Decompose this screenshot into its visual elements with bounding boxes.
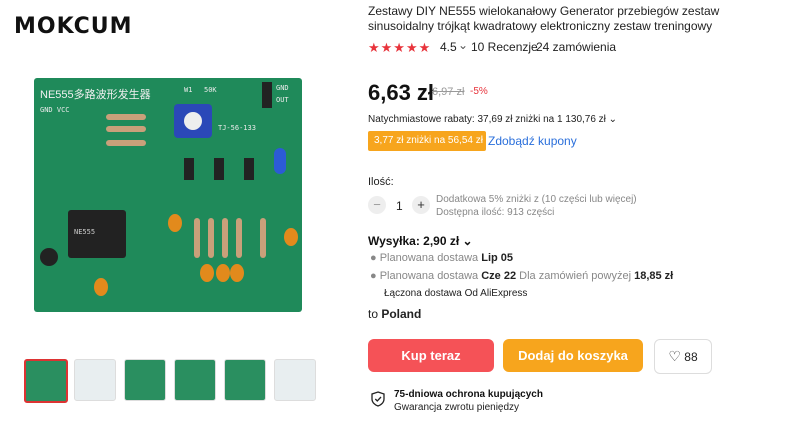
quantity-label: Ilość: bbox=[368, 176, 394, 188]
product-title: Zestawy DIY NE555 wielokanałowy Generato… bbox=[368, 4, 720, 33]
discount-badge: -5% bbox=[470, 86, 488, 97]
w1-label: W1 bbox=[184, 86, 193, 94]
pin-header bbox=[262, 82, 272, 108]
resistor bbox=[194, 218, 200, 258]
capacitor bbox=[94, 278, 108, 296]
capacitor bbox=[230, 264, 244, 282]
thumbnail-3[interactable] bbox=[124, 359, 166, 401]
capacitor bbox=[200, 264, 214, 282]
resistor bbox=[236, 218, 242, 258]
combined-delivery: Łączona dostawa Od AliExpress bbox=[384, 288, 528, 299]
available-quantity: Dostępna ilość: 913 części bbox=[436, 207, 555, 218]
current-price: 6,63 zł bbox=[368, 80, 435, 105]
quantity-increase-button[interactable]: + bbox=[412, 196, 430, 214]
thumbnail-2[interactable] bbox=[74, 359, 116, 401]
reviews-link[interactable]: 10 Recenzje bbox=[471, 40, 538, 54]
rating-stars[interactable]: ★★★★★ bbox=[368, 40, 431, 56]
gnd-label: GND bbox=[276, 84, 289, 92]
50k-label: 50K bbox=[204, 86, 217, 94]
thumbnail-4[interactable] bbox=[174, 359, 216, 401]
wishlist-count: 88 bbox=[684, 350, 698, 364]
buyer-protection-subtitle: Gwarancja zwrotu pieniędzy bbox=[394, 402, 520, 413]
old-price: 6,97 zł bbox=[432, 86, 465, 98]
quantity-decrease-button[interactable]: − bbox=[368, 196, 386, 214]
add-to-cart-button[interactable]: Dodaj do koszyka bbox=[503, 339, 643, 372]
thumbnail-5[interactable] bbox=[224, 359, 266, 401]
brand-logo[interactable]: MOKCUM bbox=[14, 14, 133, 39]
rating-value: 4.5 bbox=[440, 40, 457, 54]
jumper-header bbox=[244, 158, 254, 180]
resistor bbox=[260, 218, 266, 258]
quantity-value[interactable]: 1 bbox=[396, 199, 403, 213]
heart-icon: ♡ bbox=[668, 348, 681, 364]
thumbnail-1[interactable] bbox=[24, 359, 68, 403]
thumbnail-6[interactable] bbox=[274, 359, 316, 401]
orders-count: 24 zamówienia bbox=[536, 40, 617, 54]
tj-label: TJ-56-133 bbox=[218, 124, 256, 132]
delivery-estimate-2: ● Planowana dostawa Cze 22 Dla zamówień … bbox=[370, 270, 673, 282]
jumper-header bbox=[214, 158, 224, 180]
destination[interactable]: to Poland bbox=[368, 307, 421, 321]
capacitor bbox=[216, 264, 230, 282]
wishlist-button[interactable]: ♡ 88 bbox=[654, 339, 712, 374]
capacitor bbox=[168, 214, 182, 232]
electrolytic-capacitor bbox=[40, 248, 58, 266]
quantity-notes: Dodatkowa 5% zniżki z (10 części lub wię… bbox=[436, 193, 637, 219]
delivery-date: Cze 22 bbox=[481, 270, 517, 282]
delivery-label: Planowana dostawa bbox=[379, 270, 482, 282]
rating-chevron-icon[interactable]: ⌄ bbox=[458, 38, 468, 52]
capacitor bbox=[284, 228, 298, 246]
destination-country: Poland bbox=[381, 307, 422, 321]
bullet-icon: ● bbox=[370, 252, 380, 264]
buyer-protection-title: 75-dniowa ochrona kupujących bbox=[394, 389, 543, 400]
get-coupons-link[interactable]: Zdobądź kupony bbox=[488, 134, 577, 148]
jumper-header bbox=[184, 158, 194, 180]
resistor bbox=[106, 126, 146, 132]
main-product-image[interactable]: NE555多路波形发生器 GND VCC W1 50K GND OUT TJ-5… bbox=[34, 78, 302, 312]
resistor bbox=[106, 140, 146, 146]
shield-icon bbox=[371, 391, 385, 407]
bullet-icon: ● bbox=[370, 270, 380, 282]
buy-now-button[interactable]: Kup teraz bbox=[368, 339, 494, 372]
resistor bbox=[208, 218, 214, 258]
resistor bbox=[106, 114, 146, 120]
delivery-label: Planowana dostawa bbox=[379, 252, 482, 264]
board-title: NE555多路波形发生器 bbox=[40, 89, 151, 101]
potentiometer bbox=[174, 104, 212, 138]
ic-label: NE555 bbox=[74, 228, 96, 236]
out-label: OUT bbox=[276, 96, 289, 104]
threshold-amount: 18,85 zł bbox=[634, 270, 674, 282]
delivery-estimate-1: ● Planowana dostawa Lip 05 bbox=[370, 252, 513, 264]
coupon-badge[interactable]: 3,77 zł zniżki na 56,54 zł bbox=[368, 131, 486, 151]
destination-prefix: to bbox=[368, 307, 382, 321]
instant-discount[interactable]: Natychmiastowe rabaty: 37,69 zł zniżki n… bbox=[368, 114, 617, 125]
threshold-label: Dla zamówień powyżej bbox=[516, 270, 635, 282]
bulk-discount-note: Dodatkowa 5% zniżki z (10 części lub wię… bbox=[436, 194, 637, 205]
shipping-title[interactable]: Wysyłka: 2,90 zł ⌄ bbox=[368, 234, 473, 248]
gnd-vcc-label: GND VCC bbox=[40, 106, 70, 114]
capacitor-blue bbox=[274, 148, 286, 174]
delivery-date: Lip 05 bbox=[481, 252, 514, 264]
resistor bbox=[222, 218, 228, 258]
